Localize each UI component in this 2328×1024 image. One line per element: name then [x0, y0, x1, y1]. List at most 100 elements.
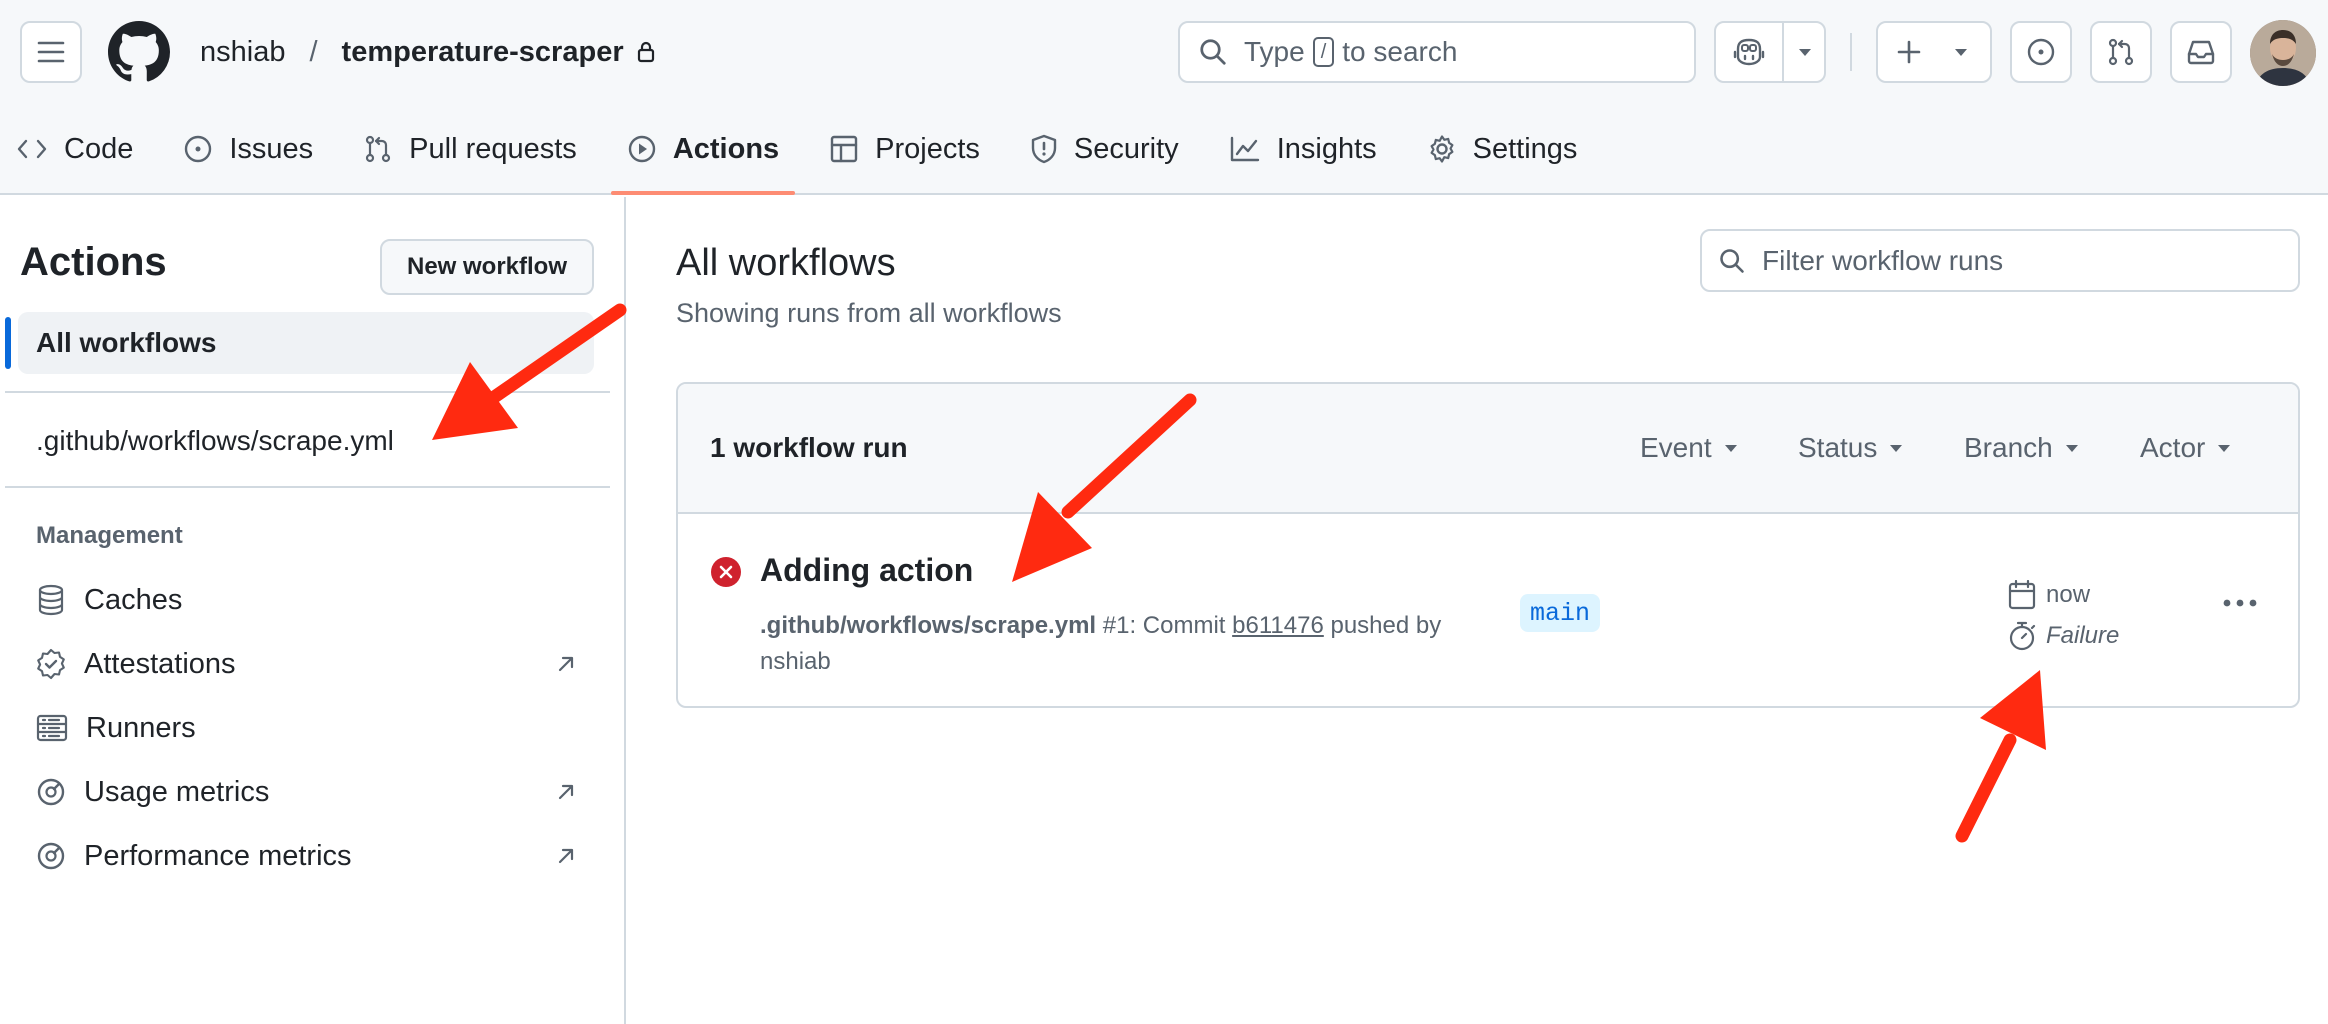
search-input[interactable]: Type / to search: [1178, 21, 1696, 83]
search-placeholder-after: to search: [1342, 36, 1458, 67]
inbox-button[interactable]: [2170, 21, 2232, 83]
sidebar-item-usage-metrics[interactable]: Usage metrics: [36, 772, 576, 812]
tab-label: Actions: [672, 132, 780, 165]
app-header: nshiab / temperature-scraper Type / to s…: [0, 0, 2328, 195]
tab-label: Security: [1073, 132, 1179, 165]
caret-down-icon: [1724, 444, 1737, 452]
copilot-icon[interactable]: [1716, 23, 1782, 81]
database-icon: [36, 584, 66, 616]
commit-sha-link[interactable]: b611476: [1232, 612, 1324, 639]
run-title-link[interactable]: Adding action: [760, 552, 973, 589]
issues-button[interactable]: [2010, 21, 2072, 83]
avatar[interactable]: [2250, 20, 2316, 86]
branch-badge[interactable]: main: [1520, 594, 1601, 632]
table-icon: [829, 134, 859, 164]
filter-label: Branch: [1964, 432, 2053, 463]
run-options-button[interactable]: [2222, 598, 2258, 608]
sidebar-item-label: Caches: [84, 583, 183, 616]
create-new-button[interactable]: [1876, 21, 1992, 83]
hamburger-icon: [37, 41, 65, 63]
caret-down-icon: [1890, 444, 1903, 452]
run-status-text: Failure: [2008, 621, 2119, 651]
calendar-icon: [2008, 580, 2036, 610]
actions-sidebar: Actions New workflow All workflows .gith…: [0, 197, 626, 1024]
issue-icon: [183, 134, 213, 164]
tab-label: Insights: [1276, 132, 1377, 165]
tab-projects[interactable]: Projects: [813, 124, 996, 174]
management-heading: Management: [36, 522, 183, 549]
tab-label: Projects: [875, 132, 980, 165]
tab-settings[interactable]: Settings: [1411, 124, 1594, 174]
pull-request-icon: [2108, 38, 2134, 66]
event-filter-dropdown[interactable]: Event: [1640, 432, 1738, 464]
copilot-button[interactable]: [1714, 21, 1826, 83]
tab-issues[interactable]: Issues: [167, 124, 329, 174]
meter-icon: [36, 841, 66, 871]
breadcrumb-separator: /: [309, 35, 318, 68]
run-workflow-name: .github/workflows/scrape.yml: [760, 612, 1097, 639]
pull-requests-button[interactable]: [2090, 21, 2152, 83]
kebab-horizontal-icon: [2223, 599, 2257, 607]
sidebar-item-label: Usage metrics: [84, 775, 270, 808]
failure-status-icon: [710, 556, 742, 588]
actor-filter-dropdown[interactable]: Actor: [2140, 432, 2231, 464]
run-meta: .github/workflows/scrape.yml #1: Commit …: [760, 612, 1442, 675]
commit-label: Commit: [1142, 612, 1226, 639]
caret-down-icon: [2065, 444, 2078, 452]
search-icon: [1720, 248, 1744, 273]
owner-link[interactable]: nshiab: [200, 36, 285, 69]
tab-pull-requests[interactable]: Pull requests: [347, 124, 593, 174]
inbox-icon: [2187, 40, 2215, 65]
caret-down-icon: [1799, 48, 1811, 56]
external-link-icon: [556, 846, 576, 866]
tab-actions[interactable]: Actions: [610, 124, 796, 195]
sidebar-item-caches[interactable]: Caches: [36, 580, 576, 620]
filter-label: Status: [1798, 432, 1878, 463]
sidebar-item-runners[interactable]: Runners: [36, 708, 576, 748]
page-title: All workflows: [676, 242, 896, 284]
sidebar-item-label: Performance metrics: [84, 839, 352, 872]
caret-down-icon: [2218, 444, 2231, 452]
sidebar-item-attestations[interactable]: Attestations: [36, 644, 576, 684]
sidebar-item-label: Runners: [86, 711, 196, 744]
runs-header: 1 workflow run Event Status Branch Actor: [678, 384, 2298, 514]
verified-icon: [36, 648, 66, 680]
caret-down-icon: [1955, 49, 1967, 56]
gear-icon: [1427, 134, 1457, 164]
breadcrumb: nshiab / temperature-scraper: [200, 30, 656, 74]
repo-link[interactable]: temperature-scraper: [342, 36, 624, 69]
filter-label: Event: [1640, 432, 1712, 463]
filter-placeholder: Filter workflow runs: [1762, 244, 2004, 276]
status-filter-dropdown[interactable]: Status: [1798, 432, 1903, 464]
run-status-label: Failure: [2046, 622, 2120, 649]
pull-request-icon: [363, 134, 393, 164]
copilot-dropdown-button[interactable]: [1784, 23, 1826, 81]
server-icon: [36, 714, 68, 742]
shield-icon: [1030, 134, 1058, 164]
sidebar-title: Actions: [20, 240, 167, 284]
branch-filter-dropdown[interactable]: Branch: [1964, 432, 2079, 464]
sidebar-item-performance-metrics[interactable]: Performance metrics: [36, 836, 576, 876]
tab-code[interactable]: Code: [0, 124, 149, 174]
external-link-icon: [556, 654, 576, 674]
tab-security[interactable]: Security: [1014, 124, 1195, 174]
sidebar-divider: [5, 486, 610, 488]
github-logo-icon[interactable]: [108, 21, 170, 83]
page-subtitle: Showing runs from all workflows: [676, 298, 1062, 328]
external-link-icon: [556, 782, 576, 802]
run-actor[interactable]: nshiab: [760, 648, 831, 675]
tab-label: Settings: [1472, 132, 1578, 165]
lock-icon: [636, 40, 656, 64]
sidebar-item-all-workflows[interactable]: All workflows: [18, 312, 594, 374]
header-divider: [1850, 33, 1852, 71]
graph-icon: [1229, 135, 1261, 163]
menu-button[interactable]: [20, 21, 82, 83]
tab-insights[interactable]: Insights: [1213, 124, 1393, 174]
sidebar-item-scrape-workflow[interactable]: .github/workflows/scrape.yml: [36, 425, 394, 457]
active-indicator: [5, 317, 11, 369]
new-workflow-button[interactable]: New workflow: [380, 239, 594, 295]
filter-runs-input[interactable]: Filter workflow runs: [1700, 229, 2300, 292]
meter-icon: [36, 777, 66, 807]
tab-label: Issues: [229, 132, 314, 165]
code-icon: [16, 136, 48, 162]
